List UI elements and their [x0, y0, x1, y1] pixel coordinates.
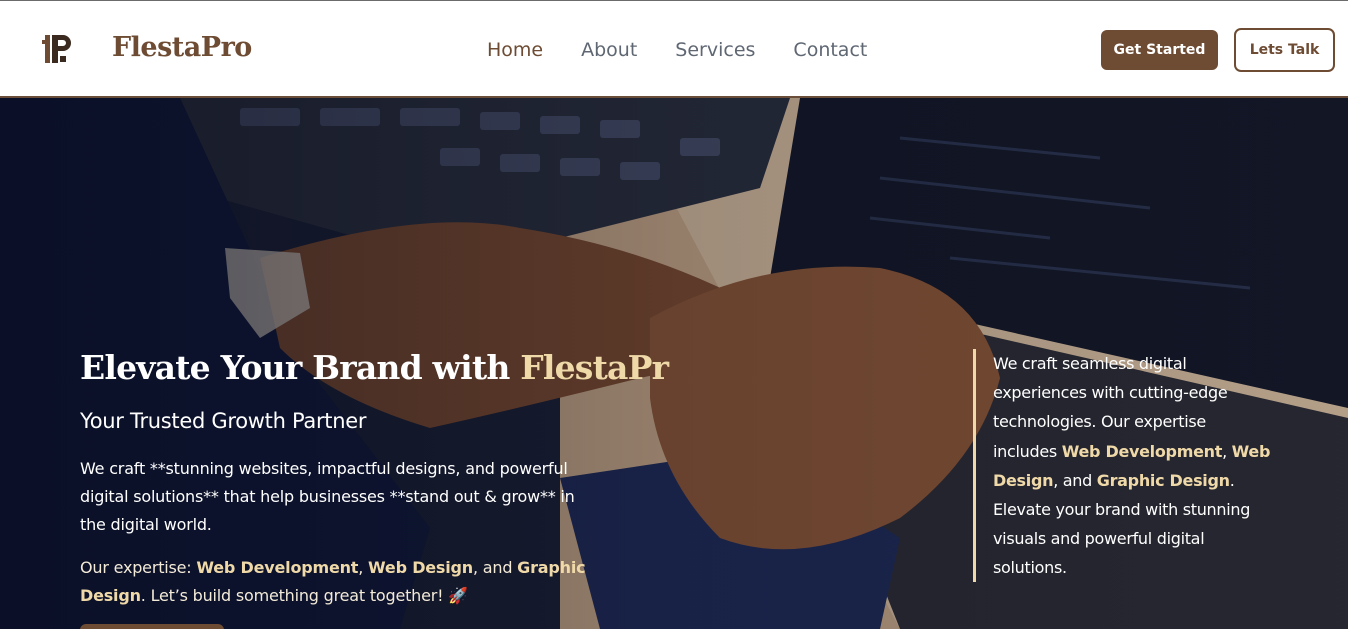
side-panel: We craft seamless digital experiences wi… [973, 349, 1273, 582]
brand-name[interactable]: FlestaPro [112, 32, 252, 63]
side-web-development: Web Development [1061, 441, 1223, 461]
expertise-web-design: Web Design [368, 558, 473, 577]
nav-about[interactable]: About [581, 39, 637, 61]
nav-services[interactable]: Services [675, 39, 755, 61]
nav-contact[interactable]: Contact [793, 39, 867, 61]
hero-title-brand: FlestaPr [520, 348, 669, 387]
hero-section: Elevate Your Brand with FlestaPr Your Tr… [0, 98, 1348, 629]
expertise-sep1: , [358, 558, 369, 577]
nav-home[interactable]: Home [487, 39, 543, 61]
hero-expertise: Our expertise: Web Development, Web Desi… [80, 554, 600, 610]
expertise-web-development: Web Development [196, 558, 359, 577]
main-nav: Home About Services Contact [487, 39, 905, 61]
get-started-button[interactable]: Get Started [1101, 30, 1218, 70]
hero-cta-button[interactable] [80, 624, 224, 629]
lets-talk-button[interactable]: Lets Talk [1234, 28, 1335, 72]
expertise-suffix: . Let’s build something great together! … [140, 586, 468, 605]
hero-title-prefix: Elevate Your Brand with [80, 348, 521, 387]
hero-title: Elevate Your Brand with FlestaPr [80, 348, 680, 392]
site-header: FlestaPro Home About Services Contact Ge… [0, 0, 1348, 98]
hero-description: We craft **stunning websites, impactful … [80, 459, 575, 534]
side-sep1: , [1222, 441, 1232, 461]
side-sep2: , and [1053, 470, 1097, 490]
expertise-prefix: Our expertise: [80, 558, 197, 577]
hero-subtitle: Your Trusted Growth Partner [80, 409, 367, 433]
expertise-sep2: , and [473, 558, 518, 577]
fp-monogram-icon[interactable] [40, 33, 72, 65]
side-graphic-design: Graphic Design [1096, 470, 1230, 490]
